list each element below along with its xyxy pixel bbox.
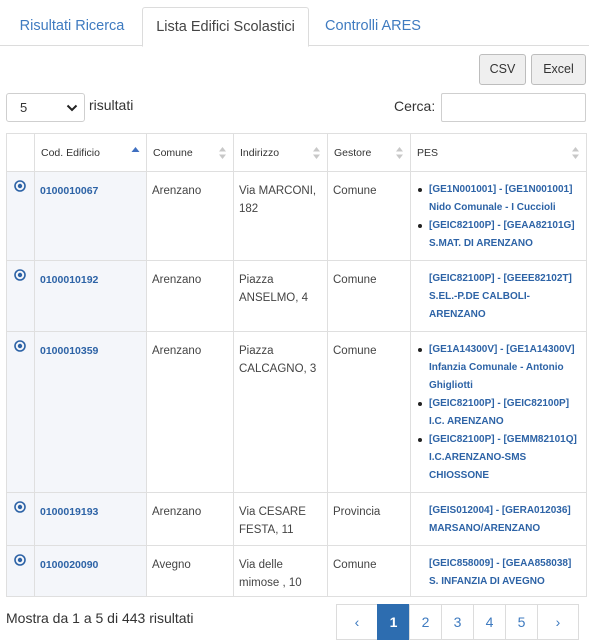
page-length-value: 5 — [20, 100, 28, 115]
row-action-cell — [6, 260, 35, 332]
eye-icon[interactable] — [14, 269, 26, 281]
gestore-cell: Comune — [327, 260, 411, 332]
cod-edificio-link[interactable]: 0100019193 — [40, 506, 98, 518]
table-header-row: Cod. Edificio Comune Indirizzo Gestore P… — [6, 133, 587, 172]
page-length-select[interactable]: 5 — [6, 93, 85, 122]
pes-cell: [GE1A14300V] - [GE1A14300V] Infanzia Com… — [410, 331, 587, 493]
page-length-label: risultati — [89, 97, 134, 113]
header-gestore[interactable]: Gestore — [327, 133, 411, 172]
cod-edificio-link[interactable]: 0100020090 — [40, 559, 98, 571]
pes-cell: [GE1N001001] - [GE1N001001] Nido Comunal… — [410, 171, 587, 261]
cod-edificio-link[interactable]: 0100010067 — [40, 185, 98, 197]
cod-edificio-cell[interactable]: 0100010192 — [34, 260, 147, 332]
sort-both-icon — [313, 147, 320, 159]
row-action-cell — [6, 492, 35, 546]
cod-edificio-link[interactable]: 0100010192 — [40, 274, 98, 286]
pes-list: [GE1A14300V] - [GE1A14300V] Infanzia Com… — [416, 341, 581, 485]
cod-edificio-cell[interactable]: 0100010359 — [34, 331, 147, 493]
pes-link[interactable]: [GEIS012004] - [GERA012036] MARSANO/AREN… — [429, 502, 581, 538]
page-button-4[interactable]: 4 — [473, 604, 506, 640]
gestore-cell: Comune — [327, 545, 411, 597]
header-cod-edificio[interactable]: Cod. Edificio — [34, 133, 147, 172]
indirizzo-cell: Via CESARE FESTA, 11 — [233, 492, 328, 546]
indirizzo-cell: Piazza ANSELMO, 4 — [233, 260, 328, 332]
gestore-cell: Comune — [327, 171, 411, 261]
pes-list: [GE1N001001] - [GE1N001001] Nido Comunal… — [416, 181, 581, 253]
comune-cell: Arenzano — [146, 260, 234, 332]
cod-edificio-cell[interactable]: 0100019193 — [34, 492, 147, 546]
pes-link[interactable]: [GEIC82100P] - [GEMM82101Q] I.C.ARENZANO… — [418, 431, 581, 485]
next-page-button[interactable]: › — [537, 604, 579, 640]
eye-icon[interactable] — [14, 340, 26, 352]
buildings-table: Cod. Edificio Comune Indirizzo Gestore P… — [6, 133, 587, 597]
page-button-2[interactable]: 2 — [409, 604, 442, 640]
pes-link[interactable]: [GE1N001001] - [GE1N001001] Nido Comunal… — [418, 181, 581, 217]
header-pes[interactable]: PES — [410, 133, 587, 172]
pes-list: [GEIC858009] - [GEAA858038] S. INFANZIA … — [416, 555, 581, 591]
comune-cell: Avegno — [146, 545, 234, 597]
header-comune[interactable]: Comune — [146, 133, 234, 172]
table-row: 0100020090 Avegno Via delle mimose , 10 … — [6, 545, 587, 597]
tab-lista-edifici-scolastici[interactable]: Lista Edifici Scolastici — [142, 7, 309, 47]
eye-icon[interactable] — [14, 180, 26, 192]
table-info: Mostra da 1 a 5 di 443 risultati — [6, 610, 194, 626]
eye-icon[interactable] — [14, 554, 26, 566]
chevron-down-icon — [66, 104, 78, 112]
sort-both-icon — [219, 147, 226, 159]
eye-icon[interactable] — [14, 501, 26, 513]
comune-cell: Arenzano — [146, 492, 234, 546]
tab-controlli-ares[interactable]: Controlli ARES — [313, 7, 433, 47]
pes-link[interactable]: [GEIC82100P] - [GEAA82101G] S.MAT. DI AR… — [418, 217, 581, 253]
page-button-1[interactable]: 1 — [377, 604, 410, 640]
pes-cell: [GEIS012004] - [GERA012036] MARSANO/AREN… — [410, 492, 587, 546]
sort-both-icon — [396, 147, 403, 159]
pes-link[interactable]: [GE1A14300V] - [GE1A14300V] Infanzia Com… — [418, 341, 581, 395]
gestore-cell: Provincia — [327, 492, 411, 546]
table-row: 0100010359 Arenzano Piazza CALCAGNO, 3 C… — [6, 331, 587, 493]
pes-list: [GEIS012004] - [GERA012036] MARSANO/AREN… — [416, 502, 581, 538]
csv-export-button[interactable]: CSV — [479, 54, 526, 85]
cod-edificio-cell[interactable]: 0100020090 — [34, 545, 147, 597]
pes-link[interactable]: [GEIC82100P] - [GEIC82100P] I.C. ARENZAN… — [418, 395, 581, 431]
pes-cell: [GEIC858009] - [GEAA858038] S. INFANZIA … — [410, 545, 587, 597]
header-icon-column — [6, 133, 35, 172]
row-action-cell — [6, 171, 35, 261]
search-label: Cerca: — [394, 98, 436, 114]
pes-list: [GEIC82100P] - [GEEE82102T] S.EL.-P.DE C… — [416, 270, 581, 324]
table-row: 0100010067 Arenzano Via MARCONI, 182 Com… — [6, 171, 587, 261]
cod-edificio-cell[interactable]: 0100010067 — [34, 171, 147, 261]
comune-cell: Arenzano — [146, 171, 234, 261]
table-row: 0100010192 Arenzano Piazza ANSELMO, 4 Co… — [6, 260, 587, 332]
table-row: 0100019193 Arenzano Via CESARE FESTA, 11… — [6, 492, 587, 546]
pes-cell: [GEIC82100P] - [GEEE82102T] S.EL.-P.DE C… — [410, 260, 587, 332]
search-input[interactable] — [441, 93, 586, 122]
sort-both-icon — [572, 147, 579, 159]
indirizzo-cell: Piazza CALCAGNO, 3 — [233, 331, 328, 493]
excel-export-button[interactable]: Excel — [531, 54, 586, 85]
header-indirizzo[interactable]: Indirizzo — [233, 133, 328, 172]
pes-link[interactable]: [GEIC82100P] - [GEEE82102T] S.EL.-P.DE C… — [429, 270, 581, 324]
comune-cell: Arenzano — [146, 331, 234, 493]
indirizzo-cell: Via MARCONI, 182 — [233, 171, 328, 261]
page-button-5[interactable]: 5 — [505, 604, 538, 640]
row-action-cell — [6, 331, 35, 493]
tab-bar: Risultati Ricerca Lista Edifici Scolasti… — [0, 0, 589, 47]
page-button-3[interactable]: 3 — [441, 604, 474, 640]
pes-link[interactable]: [GEIC858009] - [GEAA858038] S. INFANZIA … — [429, 555, 581, 591]
tab-risultati-ricerca[interactable]: Risultati Ricerca — [6, 7, 138, 47]
row-action-cell — [6, 545, 35, 597]
sort-asc-icon — [131, 147, 140, 152]
gestore-cell: Comune — [327, 331, 411, 493]
cod-edificio-link[interactable]: 0100010359 — [40, 345, 98, 357]
indirizzo-cell: Via delle mimose , 10 — [233, 545, 328, 597]
pagination: ‹ 1 2 3 4 5 › — [336, 604, 579, 640]
previous-page-button[interactable]: ‹ — [336, 604, 378, 640]
